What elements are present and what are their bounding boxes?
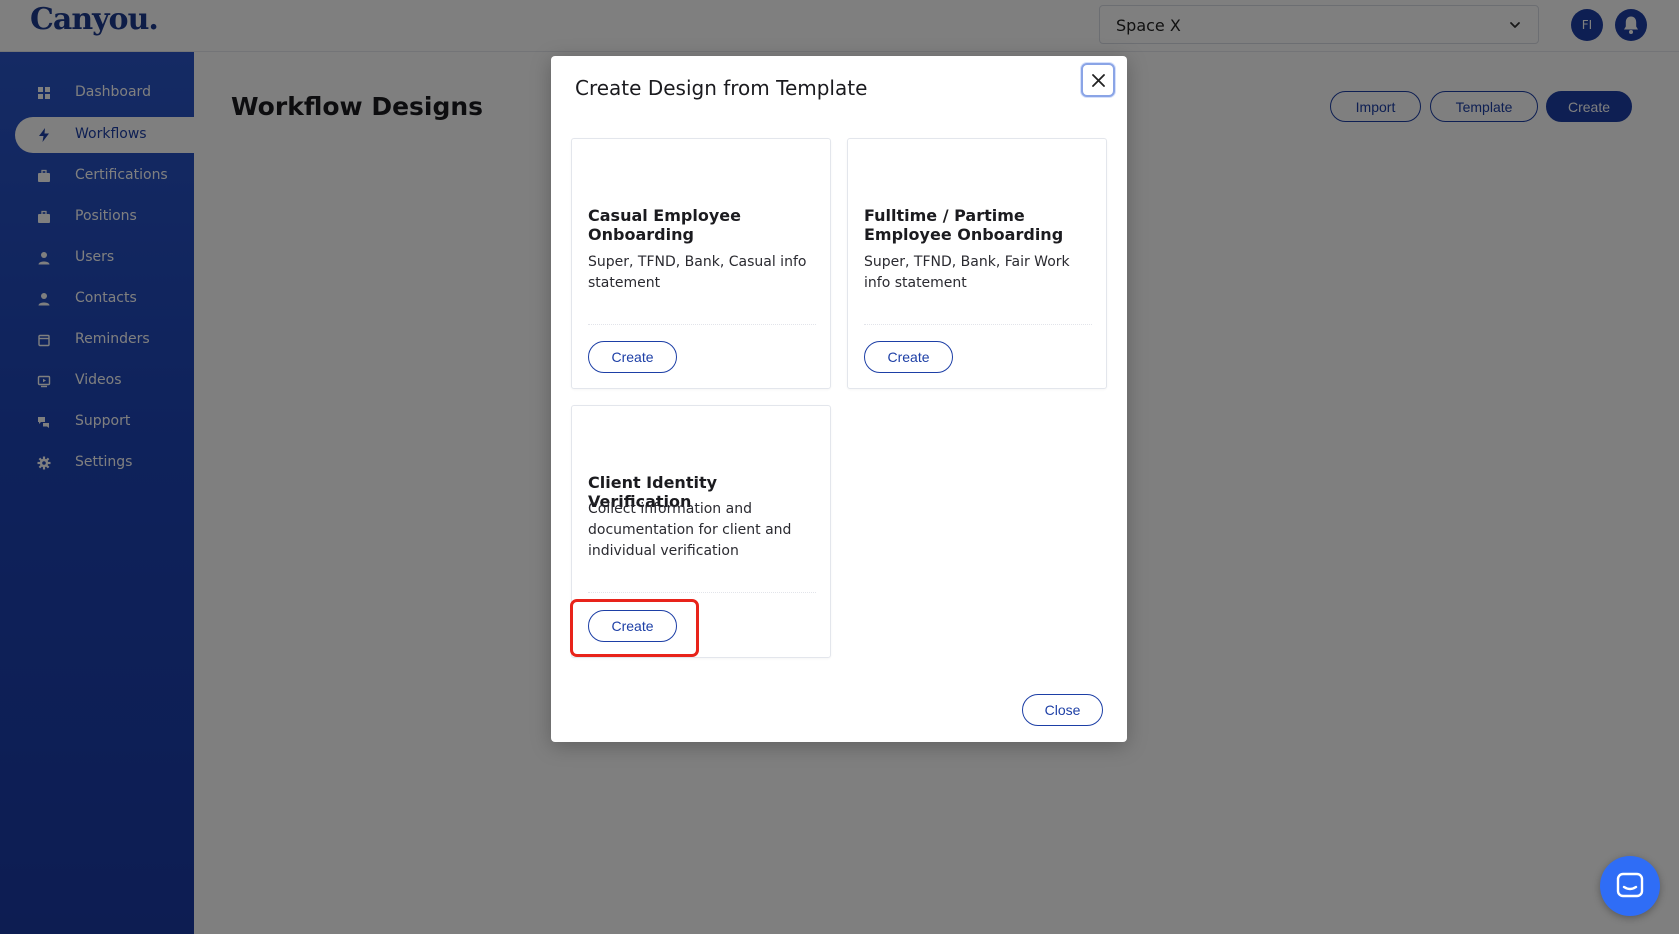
template-card-description: Super, TFND, Bank, Casual info statement (588, 254, 807, 291)
create-from-template-button[interactable]: Create (588, 341, 677, 373)
template-card-casual-employee-onboarding: Casual Employee Onboarding Super, TFND, … (571, 138, 831, 389)
template-card-description: Super, TFND, Bank, Fair Work info statem… (864, 254, 1070, 291)
close-icon (1092, 74, 1105, 87)
card-divider (864, 324, 1092, 325)
create-from-template-button[interactable]: Create (864, 341, 953, 373)
chat-launcher-button[interactable] (1600, 856, 1660, 916)
template-card-fulltime-partime-employee-onboarding: Fulltime / Partime Employee Onboarding S… (847, 138, 1107, 389)
dialog-close-button[interactable] (1081, 63, 1115, 97)
card-divider (588, 592, 816, 593)
dialog-title: Create Design from Template (575, 76, 868, 100)
template-card-description: Collect information and documentation fo… (588, 501, 792, 559)
highlight-box (570, 599, 699, 657)
dialog-close-text-button[interactable]: Close (1022, 694, 1103, 726)
template-card-title: Fulltime / Partime Employee Onboarding (864, 206, 1064, 244)
template-card-title: Casual Employee Onboarding (588, 206, 741, 244)
chat-icon (1616, 872, 1644, 898)
card-divider (588, 324, 816, 325)
